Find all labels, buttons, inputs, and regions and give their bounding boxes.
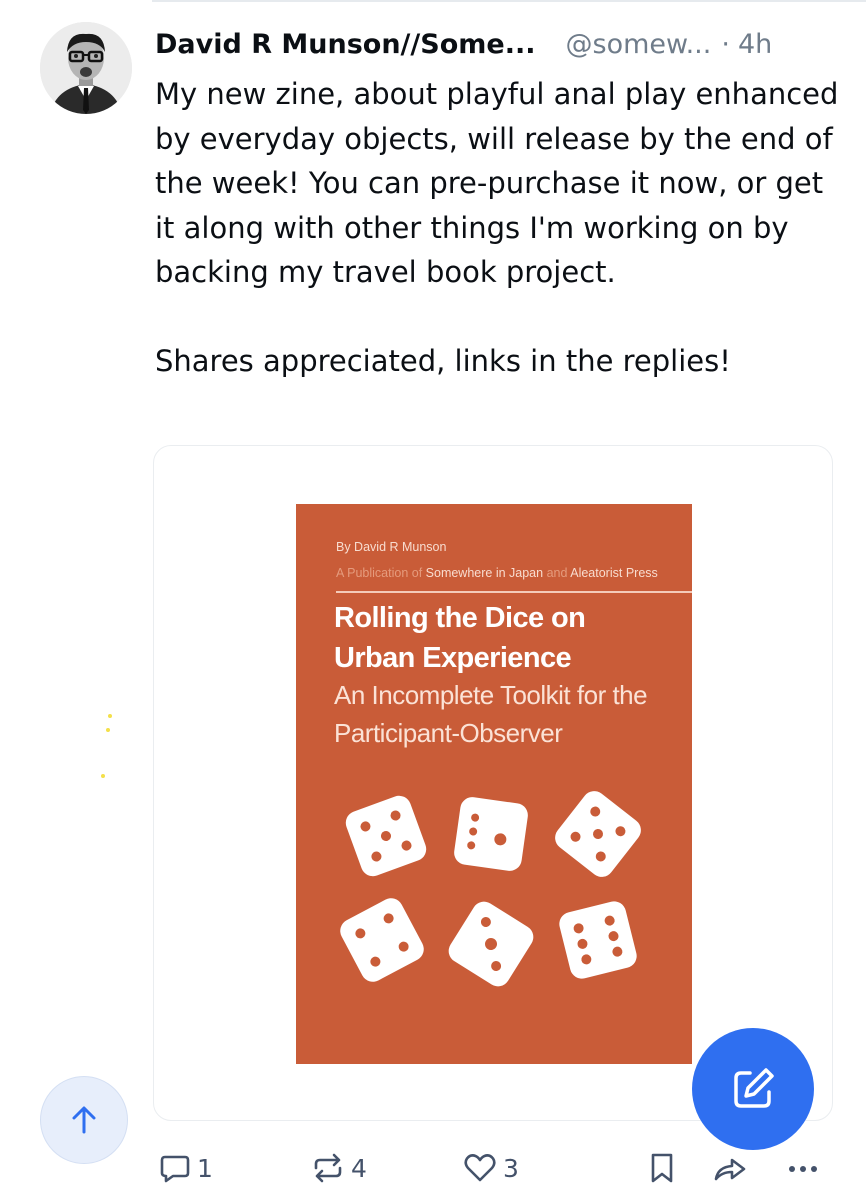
bookmark-icon [651, 1153, 673, 1183]
scroll-to-top-button[interactable] [40, 1076, 128, 1164]
like-button[interactable]: 3 [463, 1148, 519, 1188]
bookmark-button[interactable] [648, 1148, 676, 1188]
repost-count: 4 [351, 1153, 367, 1183]
share-icon [714, 1158, 746, 1181]
dice-icon [555, 791, 641, 877]
reply-button[interactable]: 1 [159, 1148, 213, 1188]
dice-icon [340, 898, 424, 982]
thread-divider [152, 0, 866, 2]
post-actions: 1 4 3 [155, 1148, 866, 1188]
post-header: David R Munson//Some... @somew... · 4h [155, 22, 835, 66]
post-age[interactable]: 4h [738, 29, 772, 60]
dice-icon [559, 901, 637, 979]
image-artifact-dot [101, 774, 105, 778]
more-options-button[interactable] [785, 1148, 821, 1188]
dice-icon [345, 795, 427, 877]
share-button[interactable] [712, 1148, 748, 1188]
image-artifact-dot [108, 714, 112, 718]
dice-illustration [340, 791, 641, 987]
image-artifact-dot [106, 728, 110, 732]
author-handle[interactable]: @somew... [566, 29, 712, 60]
post-text: My new zine, about playful anal play enh… [155, 72, 845, 384]
arrow-up-icon [72, 1106, 96, 1134]
compose-icon [734, 1068, 774, 1108]
post-paragraph: Shares appreciated, links in the replies… [155, 344, 731, 378]
book-cover-image[interactable]: By David R Munson A Publication of Somew… [296, 504, 692, 1064]
post-paragraph: My new zine, about playful anal play enh… [155, 77, 839, 289]
author-name[interactable]: David R Munson//Some... [155, 29, 536, 60]
author-avatar[interactable] [40, 22, 132, 114]
like-count: 3 [503, 1153, 519, 1183]
header-separator: · [721, 28, 730, 60]
dice-icon [454, 797, 528, 871]
heart-icon [464, 1154, 496, 1182]
reply-count: 1 [197, 1153, 213, 1183]
more-icon [789, 1166, 817, 1172]
compose-button[interactable] [692, 1028, 814, 1150]
avatar-photo [40, 22, 132, 114]
reply-icon [160, 1155, 190, 1183]
dice-icon [448, 901, 534, 987]
repost-icon [314, 1153, 342, 1183]
repost-button[interactable]: 4 [311, 1148, 367, 1188]
